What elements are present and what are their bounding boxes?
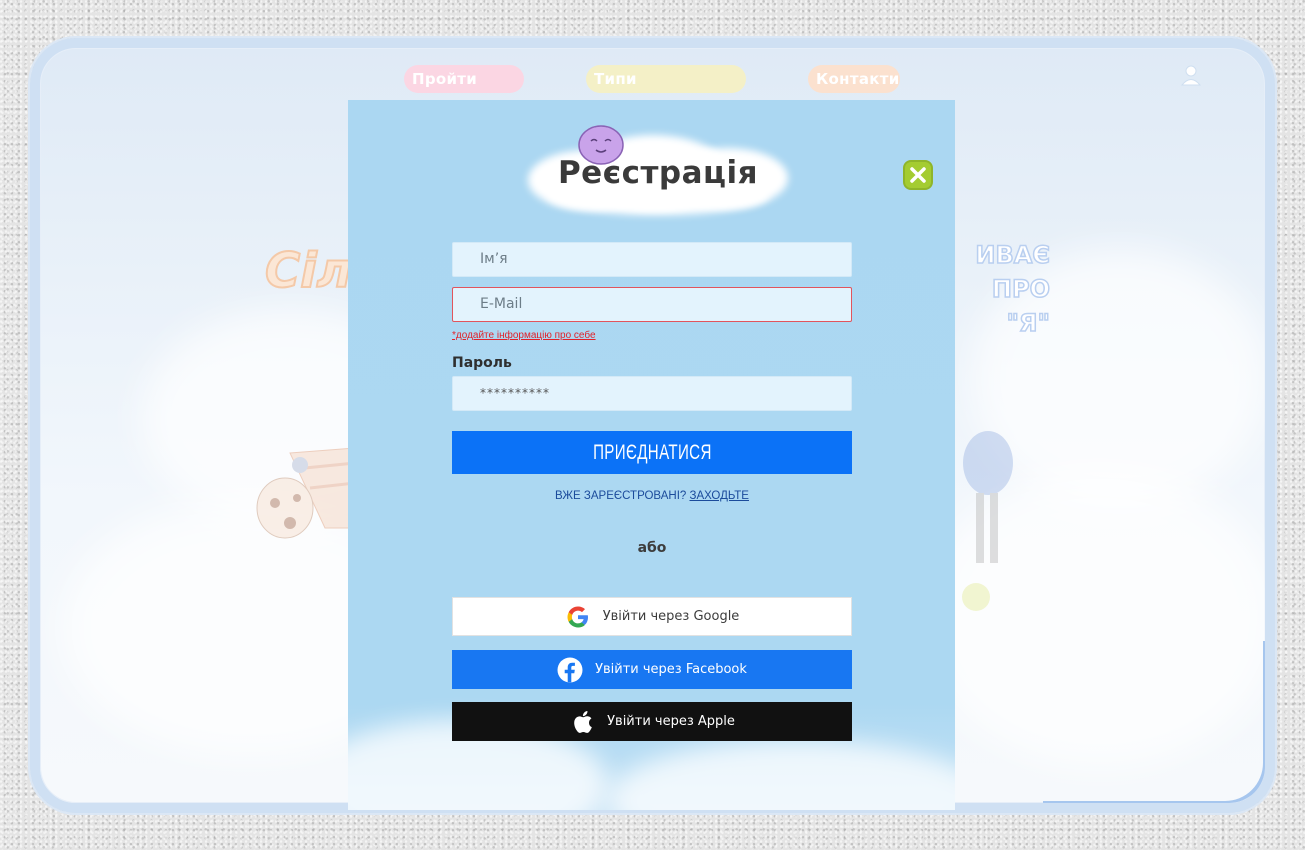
login-link[interactable]: ЗАХОДЬТЕ	[690, 490, 749, 502]
user-icon[interactable]	[1180, 64, 1202, 86]
background-ball	[962, 583, 990, 611]
already-registered-text: ВЖЕ ЗАРЕЄСТРОВАНІ?	[555, 490, 687, 502]
facebook-login-label: Увійти через Facebook	[595, 662, 747, 677]
close-icon	[910, 167, 926, 183]
nav-contacts[interactable]: Контакти	[808, 65, 900, 93]
google-login-button[interactable]: Увійти через Google	[452, 597, 852, 636]
background-headline-left: Сіл	[265, 243, 353, 300]
background-illustration-right	[963, 431, 1013, 563]
background-headline-right: ИВАЄ ПРО "Я"	[940, 238, 1051, 348]
or-separator: або	[637, 540, 667, 556]
login-prompt: ВЖЕ ЗАРЕЄСТРОВАНІ? ЗАХОДЬТЕ	[452, 490, 852, 502]
error-message: *додайте інформацію про себе	[452, 330, 596, 341]
google-login-label: Увійти через Google	[602, 609, 740, 624]
email-field[interactable]: E-Mail	[452, 287, 852, 322]
google-icon	[565, 604, 591, 630]
close-button[interactable]	[903, 160, 933, 190]
registration-modal: Реєстрація Ім’я E-Mail *додайте інформац…	[348, 100, 955, 810]
name-field[interactable]: Ім’я	[452, 242, 852, 277]
background-headline-line: ИВАЄ	[975, 240, 1051, 270]
apple-login-button[interactable]: Увійти через Apple	[452, 702, 852, 741]
password-label: Пароль	[452, 355, 512, 371]
modal-title: Реєстрація	[557, 155, 759, 191]
join-button-label: ПРИЄДНАТИСЯ	[592, 441, 712, 464]
join-button[interactable]: ПРИЄДНАТИСЯ	[452, 431, 852, 474]
background-headline-line: "Я"	[1006, 308, 1051, 338]
password-field[interactable]: **********	[452, 376, 852, 411]
modal-cloud	[608, 740, 955, 810]
background-illustration-left	[256, 447, 355, 539]
nav-take-test[interactable]: Пройти тест	[404, 65, 524, 116]
apple-login-label: Увійти через Apple	[607, 714, 735, 729]
apple-icon	[569, 709, 595, 735]
facebook-icon	[557, 657, 583, 683]
background-headline-line: ПРО	[991, 274, 1051, 304]
facebook-login-button[interactable]: Увійти через Facebook	[452, 650, 852, 689]
nav-personality-types[interactable]: Типи особистості	[586, 65, 746, 116]
